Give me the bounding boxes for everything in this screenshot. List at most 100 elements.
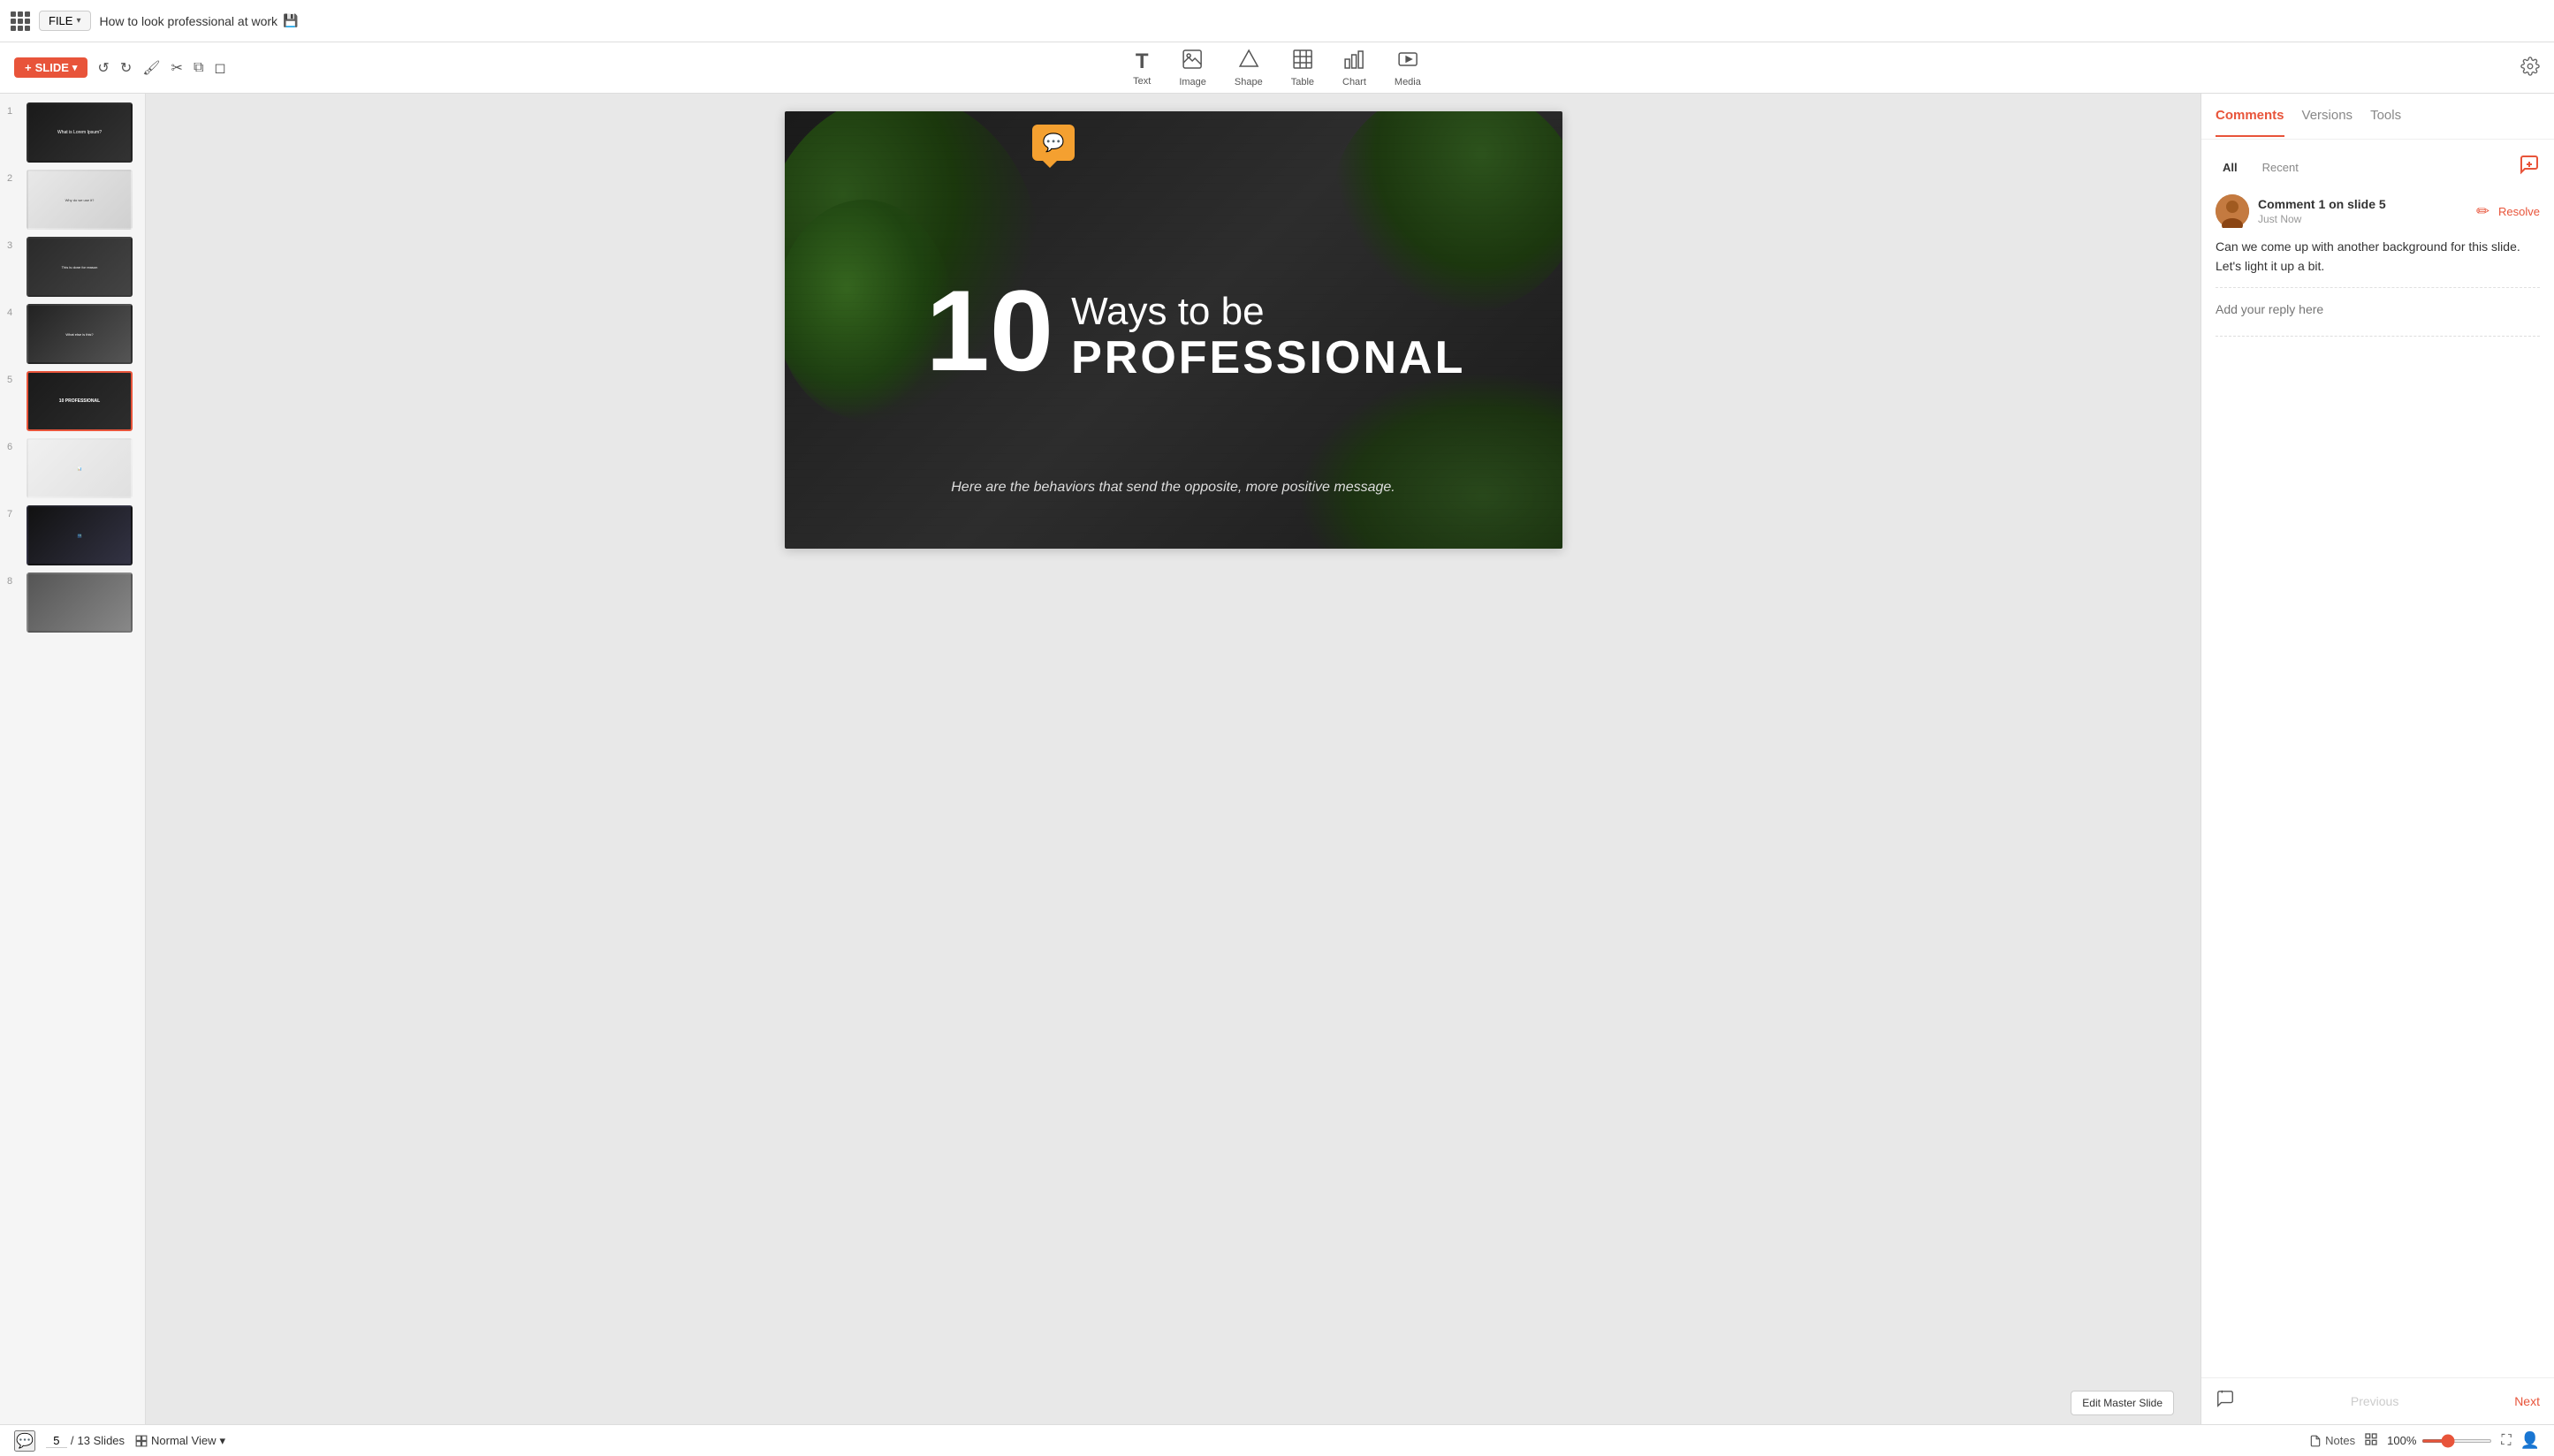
document-title: How to look professional at work 💾 <box>100 13 299 28</box>
slide-thumb-6[interactable]: 6 📊 <box>7 438 138 498</box>
total-slides-label: 13 Slides <box>78 1434 125 1447</box>
previous-button[interactable]: Previous <box>2351 1394 2398 1408</box>
tab-versions[interactable]: Versions <box>2302 95 2353 137</box>
slide-number: 10 <box>926 273 1054 388</box>
app-grid-icon[interactable] <box>11 11 30 31</box>
grid-view-button[interactable] <box>2364 1432 2378 1449</box>
chart-tool-button[interactable]: Chart <box>1330 45 1379 91</box>
panel-footer: Previous Next <box>2201 1377 2554 1424</box>
slide-thumb-3[interactable]: 3 This is done for reason <box>7 237 138 297</box>
image-tool-button[interactable]: Image <box>1167 45 1219 91</box>
zoom-percent: 100% <box>2387 1434 2416 1447</box>
slide-total: / <box>71 1434 74 1447</box>
add-slide-button[interactable]: + SLIDE ▾ <box>14 57 87 78</box>
canvas-bottom-controls: Edit Master Slide <box>2071 1391 2174 1415</box>
media-tool-label: Media <box>1395 77 1421 87</box>
resolve-button[interactable]: Resolve <box>2498 205 2540 218</box>
bottom-bar: 💬 / 13 Slides Normal View ▾ Notes 100% <box>0 1424 2554 1456</box>
chat-button[interactable]: 💬 <box>14 1430 35 1452</box>
tab-comments[interactable]: Comments <box>2216 95 2284 137</box>
panel-content: All Recent <box>2201 140 2554 1377</box>
file-arrow-icon: ▾ <box>76 16 80 26</box>
panel-tabs: Comments Versions Tools <box>2201 94 2554 140</box>
image-tool-label: Image <box>1179 77 1206 87</box>
expand-button[interactable]: ⛶ <box>2501 1433 2511 1449</box>
comment-time: Just Now <box>2258 213 2467 225</box>
add-comment-button[interactable] <box>2519 154 2540 180</box>
slide-thumb-7[interactable]: 7 🌃 <box>7 505 138 565</box>
bottom-right: Notes 100% ⛶ 👤 <box>2309 1431 2540 1450</box>
file-menu-button[interactable]: FILE ▾ <box>39 11 91 31</box>
next-button[interactable]: Next <box>2514 1394 2540 1408</box>
comment-footer-icon[interactable] <box>2216 1389 2235 1414</box>
view-mode-button[interactable]: Normal View ▾ <box>135 1434 225 1448</box>
comment-card: Comment 1 on slide 5 Just Now ✏ Resolve … <box>2216 194 2540 337</box>
image-tool-icon <box>1182 49 1204 75</box>
slide-line1: Ways to be <box>1071 291 1465 333</box>
slide-thumb-1[interactable]: 1 What is Lorem Ipsum? <box>7 102 138 163</box>
text-tool-icon: T <box>1136 49 1149 74</box>
comment-divider <box>2216 287 2540 288</box>
canvas-area: 💬 10 Ways to be PROFESSIONAL Here are th… <box>146 94 2201 1424</box>
save-icon[interactable]: 💾 <box>283 13 298 28</box>
tab-tools[interactable]: Tools <box>2370 95 2401 137</box>
media-tool-button[interactable]: Media <box>1382 45 1433 91</box>
undo-button[interactable]: ↺ <box>93 57 113 80</box>
table-tool-icon <box>1292 49 1313 75</box>
filter-row: All Recent <box>2216 154 2540 180</box>
filter-all-button[interactable]: All <box>2216 157 2245 178</box>
comment-bubble[interactable]: 💬 <box>1032 125 1076 161</box>
slide-thumb-4[interactable]: 4 What else is this? <box>7 304 138 364</box>
table-tool-label: Table <box>1291 77 1314 87</box>
paint-button[interactable]: 🖌 <box>138 57 164 80</box>
media-tool-icon <box>1397 49 1418 75</box>
shape-tool-button[interactable]: Shape <box>1222 45 1275 91</box>
edit-master-button[interactable]: Edit Master Slide <box>2071 1391 2174 1415</box>
slide-line2: PROFESSIONAL <box>1071 333 1465 383</box>
shape-tool-label: Shape <box>1235 77 1263 87</box>
current-slide-input[interactable] <box>46 1434 67 1448</box>
zoom-slider[interactable] <box>2421 1439 2492 1443</box>
slide-arrow-icon: ▾ <box>72 62 78 73</box>
notes-button[interactable]: Notes <box>2309 1434 2355 1447</box>
text-tool-button[interactable]: T Text <box>1121 46 1163 90</box>
shape-tool-icon <box>1238 49 1259 75</box>
right-panel: Comments Versions Tools All Recent <box>2201 94 2554 1424</box>
slide-canvas: 💬 10 Ways to be PROFESSIONAL Here are th… <box>785 111 1562 549</box>
insert-bar: + SLIDE ▾ ↺ ↻ 🖌 ✂ ⧉ ◻ T Text <box>0 42 2554 94</box>
settings-button[interactable] <box>2520 57 2540 79</box>
view-arrow-icon: ▾ <box>219 1434 225 1448</box>
redo-button[interactable]: ↻ <box>116 57 136 80</box>
cut-button[interactable]: ✂ <box>167 57 187 80</box>
slide-panel: 1 What is Lorem Ipsum? 2 Why do we use i… <box>0 94 146 1424</box>
text-tool-label: Text <box>1133 76 1151 87</box>
reply-input[interactable] <box>2216 297 2540 322</box>
slide-subtitle: Here are the behaviors that send the opp… <box>785 480 1562 496</box>
slide-counter: / 13 Slides <box>46 1434 125 1448</box>
comment-header: Comment 1 on slide 5 Just Now ✏ Resolve <box>2216 194 2540 228</box>
file-label: FILE <box>49 14 72 27</box>
insert-tools: T Text Image Shape <box>1121 45 1433 91</box>
comment-icon[interactable]: 💬 <box>1032 125 1076 161</box>
slide-thumb-5[interactable]: 5 10 PROFESSIONAL <box>7 371 138 431</box>
table-tool-button[interactable]: Table <box>1279 45 1326 91</box>
comment-text: Can we come up with another background f… <box>2216 237 2540 277</box>
chart-tool-icon <box>1343 49 1364 75</box>
avatar <box>2216 194 2249 228</box>
code-button[interactable]: ◻ <box>209 57 230 80</box>
comment-title: Comment 1 on slide 5 <box>2258 197 2467 211</box>
top-bar: FILE ▾ How to look professional at work … <box>0 0 2554 42</box>
filter-recent-button[interactable]: Recent <box>2255 157 2306 178</box>
copy-button[interactable]: ⧉ <box>189 57 208 79</box>
person-icon[interactable]: 👤 <box>2520 1431 2540 1450</box>
comment-meta: Comment 1 on slide 5 Just Now <box>2258 197 2467 225</box>
comment-edit-button[interactable]: ✏ <box>2476 202 2489 221</box>
slide-background: 💬 10 Ways to be PROFESSIONAL Here are th… <box>785 111 1562 549</box>
history-buttons: ↺ ↻ 🖌 ✂ ⧉ ◻ <box>93 57 230 80</box>
slide-controls: + SLIDE ▾ ↺ ↻ 🖌 ✂ ⧉ ◻ <box>14 57 231 80</box>
slide-thumb-2[interactable]: 2 Why do we use it? <box>7 170 138 230</box>
slide-thumb-8[interactable]: 8 <box>7 573 138 633</box>
slide-main-content: 10 Ways to be PROFESSIONAL <box>926 273 1466 388</box>
notes-label: Notes <box>2325 1434 2355 1447</box>
main-area: 1 What is Lorem Ipsum? 2 Why do we use i… <box>0 94 2554 1424</box>
